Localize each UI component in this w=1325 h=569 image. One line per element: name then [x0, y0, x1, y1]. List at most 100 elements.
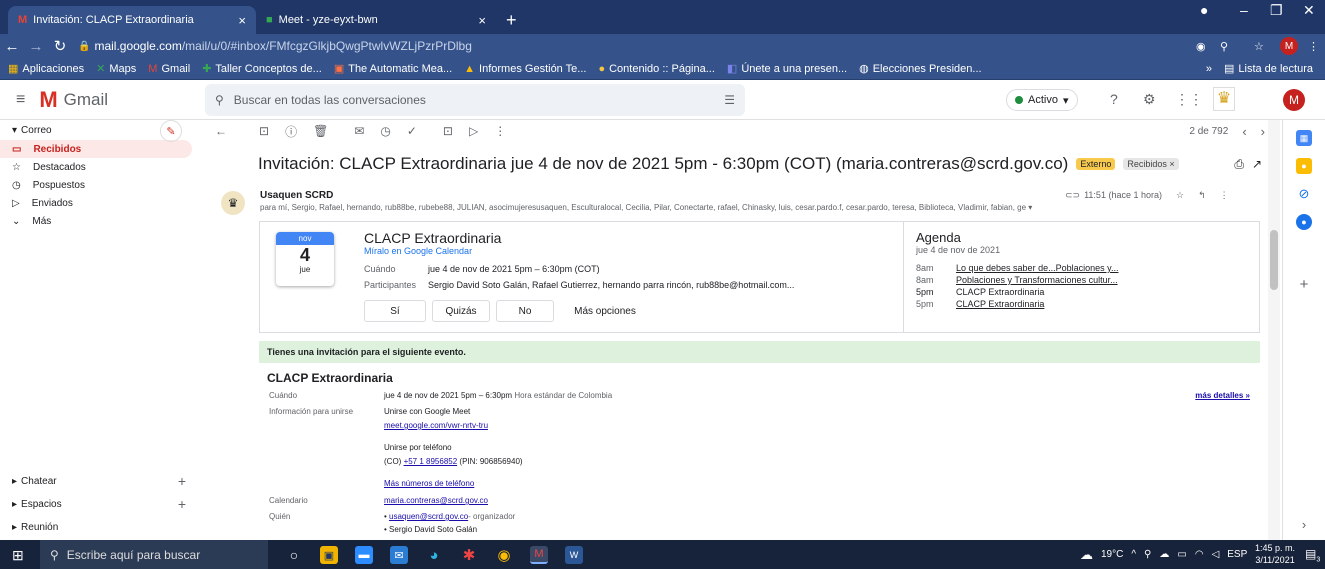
phone-link[interactable]: +57 1 8956852: [404, 457, 458, 466]
tasks-icon[interactable]: ⊘: [1296, 186, 1312, 202]
close-icon[interactable]: ×: [238, 13, 246, 28]
sidebar-chat[interactable]: ▸ Chatear +: [0, 470, 200, 492]
sender-avatar[interactable]: ♛: [221, 191, 245, 215]
bookmark-taller[interactable]: ✚ Taller Conceptos de...: [202, 62, 322, 76]
add-addon-icon[interactable]: +: [1296, 276, 1312, 293]
gmail-logo[interactable]: M Gmail: [39, 87, 108, 113]
profile-avatar[interactable]: M: [1280, 37, 1298, 55]
sender-name[interactable]: Usaquen SCRD: [260, 190, 333, 201]
windows-start-icon[interactable]: ⊞: [12, 547, 24, 564]
sidebar-meet[interactable]: ▸ Reunión: [0, 516, 200, 538]
print-icon[interactable]: ⎙: [1234, 157, 1244, 172]
cloud-icon[interactable]: ☁: [1159, 549, 1169, 560]
settings-icon[interactable]: ⚙: [1143, 91, 1156, 108]
sidebar-item-inbox[interactable]: ▭ Recibidos: [0, 140, 192, 158]
weather-icon[interactable]: ☁: [1080, 547, 1093, 563]
search-icon[interactable]: ⚲: [215, 93, 224, 107]
reading-list[interactable]: ▤ Lista de lectura: [1224, 62, 1313, 76]
sidebar-item-starred[interactable]: ☆ Destacados: [0, 158, 200, 176]
more-options-button[interactable]: Más opciones: [560, 300, 650, 322]
tab-invitation[interactable]: M Invitación: CLACP Extraordinaria ×: [8, 6, 256, 34]
sidebar-spaces[interactable]: ▸ Espacios +: [0, 493, 200, 515]
zoom-icon[interactable]: ⚲: [1220, 40, 1228, 53]
reload-icon[interactable]: ↻: [48, 37, 72, 55]
store-icon[interactable]: ▣: [320, 546, 338, 564]
help-icon[interactable]: ?: [1110, 91, 1118, 107]
url-field[interactable]: mail.google.com/mail/u/0/#inbox/FMfcgzGl…: [94, 39, 471, 53]
chevron-right-icon[interactable]: ›: [1296, 516, 1312, 532]
mark-unread-icon[interactable]: ✉: [354, 124, 364, 138]
bookmark-contenido[interactable]: ● Contenido :: Página...: [598, 63, 714, 75]
sidebar-item-snoozed[interactable]: ◷ Pospuestos: [0, 176, 200, 194]
apps-grid-icon[interactable]: ⋮⋮: [1175, 91, 1203, 108]
more-vert-icon[interactable]: ⋮: [1220, 190, 1229, 201]
chevron-up-icon[interactable]: ^: [1131, 549, 1136, 560]
reply-icon[interactable]: ↰: [1198, 190, 1206, 201]
bookmark-informes[interactable]: ▲ Informes Gestión Te...: [464, 63, 586, 75]
more-vert-icon[interactable]: ⋮: [494, 124, 506, 138]
edge-icon[interactable]: ◕: [425, 546, 443, 564]
compose-button[interactable]: ✎: [160, 120, 182, 142]
back-arrow-icon[interactable]: ←: [215, 124, 227, 138]
newer-icon[interactable]: ‹: [1242, 124, 1246, 139]
minimize-button[interactable]: –: [1240, 2, 1248, 18]
org-logo-icon[interactable]: ♛: [1213, 87, 1235, 111]
notification-icon[interactable]: ▤3: [1305, 547, 1320, 563]
main-menu-icon[interactable]: ≡: [16, 91, 25, 109]
bookmark-apps[interactable]: ▦ Aplicaciones: [8, 62, 84, 76]
agenda-item[interactable]: 8am Lo que debes saber de...Poblaciones y…: [916, 263, 1248, 273]
open-new-window-icon[interactable]: ↗: [1252, 157, 1262, 171]
agenda-item[interactable]: 5pm CLACP Extraordinaria: [916, 287, 1248, 297]
sidebar-item-sent[interactable]: ▷ Enviados: [0, 194, 200, 212]
star-icon[interactable]: ☆: [1176, 190, 1184, 201]
location-icon[interactable]: ◉: [1196, 40, 1206, 53]
language[interactable]: ESP: [1227, 549, 1247, 560]
bookmark-elecciones[interactable]: ◍ Elecciones Presiden...: [859, 62, 981, 76]
archive-icon[interactable]: ⊡: [259, 124, 269, 138]
mail-app-icon[interactable]: ✉: [390, 546, 408, 564]
sidebar-item-more[interactable]: ⌄ Más: [0, 212, 200, 230]
scrollbar-thumb[interactable]: [1270, 230, 1278, 290]
recipients[interactable]: para mí, Sergio, Rafael, hernando, rub88…: [260, 203, 1205, 212]
tab-meet[interactable]: ■ Meet - yze-eyxt-bwn ×: [256, 6, 496, 34]
profile-dot-icon[interactable]: ●: [1200, 2, 1208, 18]
contacts-icon[interactable]: ●: [1296, 214, 1312, 230]
add-task-icon[interactable]: ✓: [407, 124, 417, 138]
taskbar-search[interactable]: ⚲ Escribe aquí para buscar: [40, 540, 268, 569]
calendar-link[interactable]: maria.contreras@scrd.gov.co: [384, 496, 488, 505]
bookmark-automatic[interactable]: ▣ The Automatic Mea...: [334, 62, 452, 76]
battery-icon[interactable]: ▭: [1177, 549, 1186, 560]
agenda-item[interactable]: 8am Poblaciones y Transformaciones cultur…: [916, 275, 1248, 285]
label-icon[interactable]: ▷: [469, 124, 478, 138]
search-input[interactable]: Buscar en todas las conversaciones: [234, 93, 426, 107]
gmail-app-icon[interactable]: M: [530, 546, 548, 564]
snooze-icon[interactable]: ◷: [380, 124, 390, 138]
move-to-icon[interactable]: ⊡: [443, 124, 453, 138]
older-icon[interactable]: ›: [1261, 124, 1265, 139]
close-window-button[interactable]: ✕: [1303, 2, 1315, 19]
meet-link[interactable]: meet.google.com/vwr-nrtv-tru: [384, 421, 488, 430]
forward-arrow-icon[interactable]: →: [24, 38, 48, 55]
temperature[interactable]: 19°C: [1101, 549, 1123, 560]
bookmark-maps[interactable]: ✕ Maps: [96, 62, 136, 76]
delete-icon[interactable]: 🗑: [313, 124, 328, 138]
keep-icon[interactable]: ●: [1296, 158, 1312, 174]
rsvp-maybe-button[interactable]: Quizás: [432, 300, 490, 322]
close-icon[interactable]: ×: [478, 13, 486, 28]
more-details-link[interactable]: más detalles »: [1195, 391, 1250, 400]
search-box[interactable]: ⚲ Buscar en todas las conversaciones ☰: [205, 84, 745, 116]
scrollbar[interactable]: [1268, 120, 1280, 540]
rsvp-yes-button[interactable]: Sí: [364, 300, 426, 322]
volume-icon[interactable]: ◁: [1212, 549, 1220, 560]
bookmark-gmail[interactable]: M Gmail: [148, 63, 190, 75]
network-icon[interactable]: ⚲: [1144, 549, 1151, 560]
search-options-icon[interactable]: ☰: [724, 93, 735, 107]
clock[interactable]: 1:45 p. m. 3/11/2021: [1255, 542, 1295, 566]
agenda-item[interactable]: 5pm CLACP Extraordinaria: [916, 299, 1248, 309]
new-tab-button[interactable]: +: [496, 6, 527, 34]
cortana-icon[interactable]: ○: [285, 546, 303, 564]
account-avatar[interactable]: M: [1283, 89, 1305, 111]
rsvp-no-button[interactable]: No: [496, 300, 554, 322]
word-icon[interactable]: W: [565, 546, 583, 564]
wifi-icon[interactable]: ◠: [1195, 549, 1204, 560]
